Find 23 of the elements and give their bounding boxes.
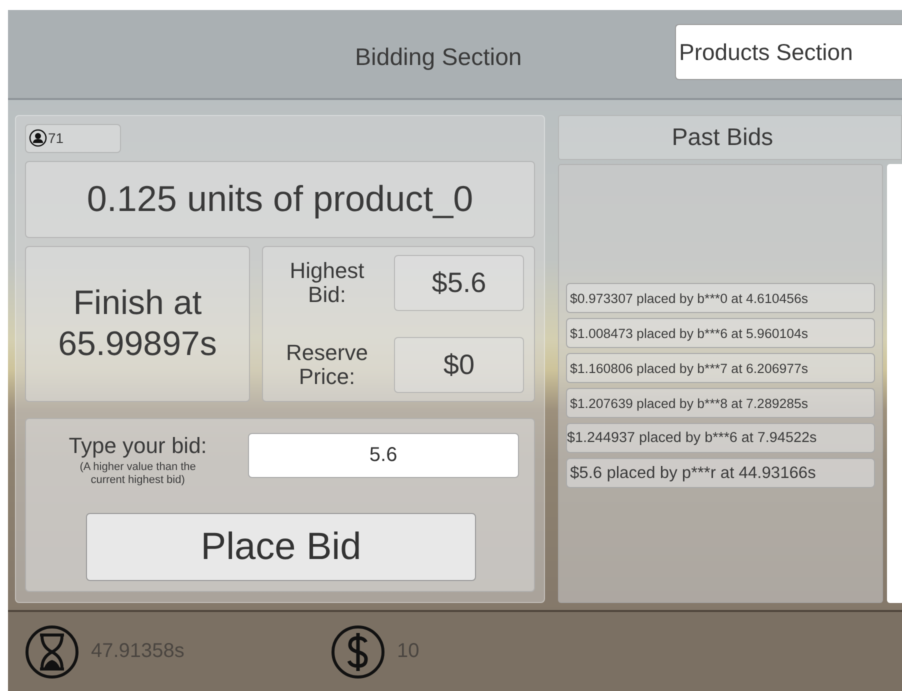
bid-entry: $1.008473 placed by b***6 at 5.960104s — [566, 318, 875, 348]
dollar-icon — [331, 624, 385, 678]
highest-bid-label: Highest Bid: — [288, 258, 366, 308]
reserve-price-label: Reserve Price: — [285, 340, 369, 390]
hourglass-icon — [25, 624, 79, 678]
place-bid-button[interactable]: Place Bid — [86, 513, 476, 581]
bid-input-field[interactable]: 5.6 — [248, 433, 519, 478]
highest-bid-value: $5.6 — [394, 254, 524, 311]
bid-entry: $5.6 placed by p***r at 44.93166s — [566, 458, 875, 488]
bid-entry: $1.244937 placed by b***6 at 7.94522s — [566, 423, 875, 453]
products-section-button[interactable]: Products Section — [675, 24, 902, 80]
bid-entry: $1.160806 placed by b***7 at 6.206977s — [566, 353, 875, 383]
bid-entry: $1.207639 placed by b***8 at 7.289285s — [566, 388, 875, 418]
bid-hint: (A higher value than the current highest bid) — [78, 461, 197, 488]
participant-count: 71 — [48, 130, 64, 146]
finish-time: Finish at 65.99897s — [57, 283, 218, 365]
bid-label: Type your bid: — [68, 433, 207, 459]
bid-entry: $0.973307 placed by b***0 at 4.610456s — [566, 283, 875, 313]
section-title: Bidding Section — [355, 43, 522, 72]
person-icon — [29, 129, 47, 148]
reserve-price-value: $0 — [394, 336, 524, 393]
product-title: 0.125 units of product_0 — [25, 160, 535, 238]
past-bids-header: Past Bids — [558, 115, 902, 160]
